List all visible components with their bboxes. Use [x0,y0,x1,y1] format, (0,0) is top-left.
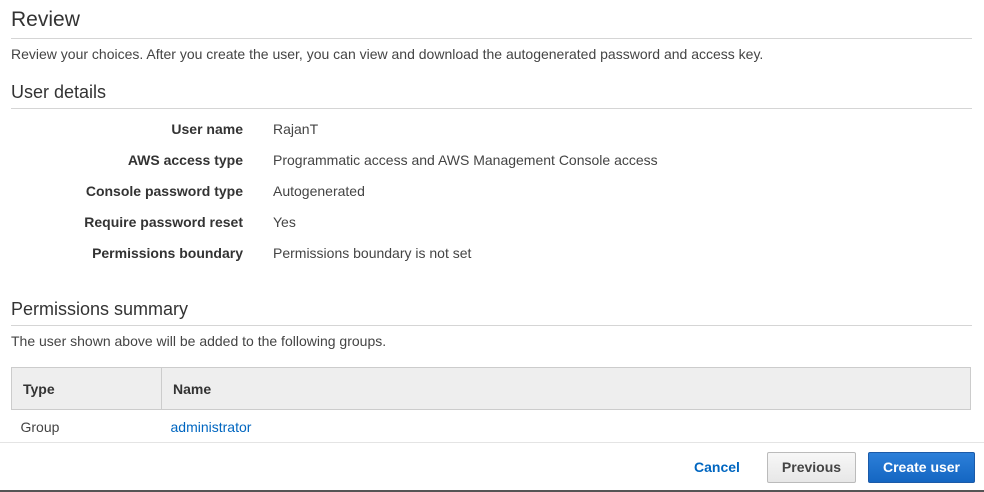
detail-label: Permissions boundary [92,245,243,261]
permissions-summary-heading: Permissions summary [11,299,972,326]
detail-value: Permissions boundary is not set [273,245,472,261]
detail-value: Yes [273,214,296,230]
detail-row-password-type: Console password type Autogenerated [11,176,971,207]
page-title: Review [11,7,972,39]
detail-value: Autogenerated [273,183,365,199]
create-user-button[interactable]: Create user [868,452,975,483]
column-header-type: Type [11,367,162,410]
detail-label: AWS access type [127,152,243,168]
group-type-cell: Group [20,418,60,435]
detail-label: Console password type [85,183,243,199]
detail-label: User name [171,121,243,137]
detail-label: Require password reset [84,214,243,230]
table-header-row: Type Name [11,367,971,410]
review-page: Review Review your choices. After you cr… [0,0,984,492]
detail-row-password-reset: Require password reset Yes [11,207,971,238]
column-header-name: Name [161,367,971,410]
detail-value: RajanT [273,121,319,137]
detail-value: Programmatic access and AWS Management C… [273,152,658,168]
table-row: Group administrator [12,410,971,444]
group-name-link[interactable]: administrator [162,410,971,444]
review-description: Review your choices. After you create th… [11,46,764,62]
detail-row-user-name: User name RajanT [11,114,971,145]
groups-table: Type Name Group administrator [11,367,971,444]
wizard-footer: Cancel Previous Create user [0,442,984,492]
detail-row-permissions-boundary: Permissions boundary Permissions boundar… [11,238,971,269]
detail-row-access-type: AWS access type Programmatic access and … [11,145,971,176]
user-details-list: User name RajanT AWS access type Program… [11,114,971,269]
cancel-button[interactable]: Cancel [694,459,740,475]
user-details-heading: User details [11,82,972,109]
permissions-description: The user shown above will be added to th… [11,333,387,349]
previous-button[interactable]: Previous [767,452,856,483]
